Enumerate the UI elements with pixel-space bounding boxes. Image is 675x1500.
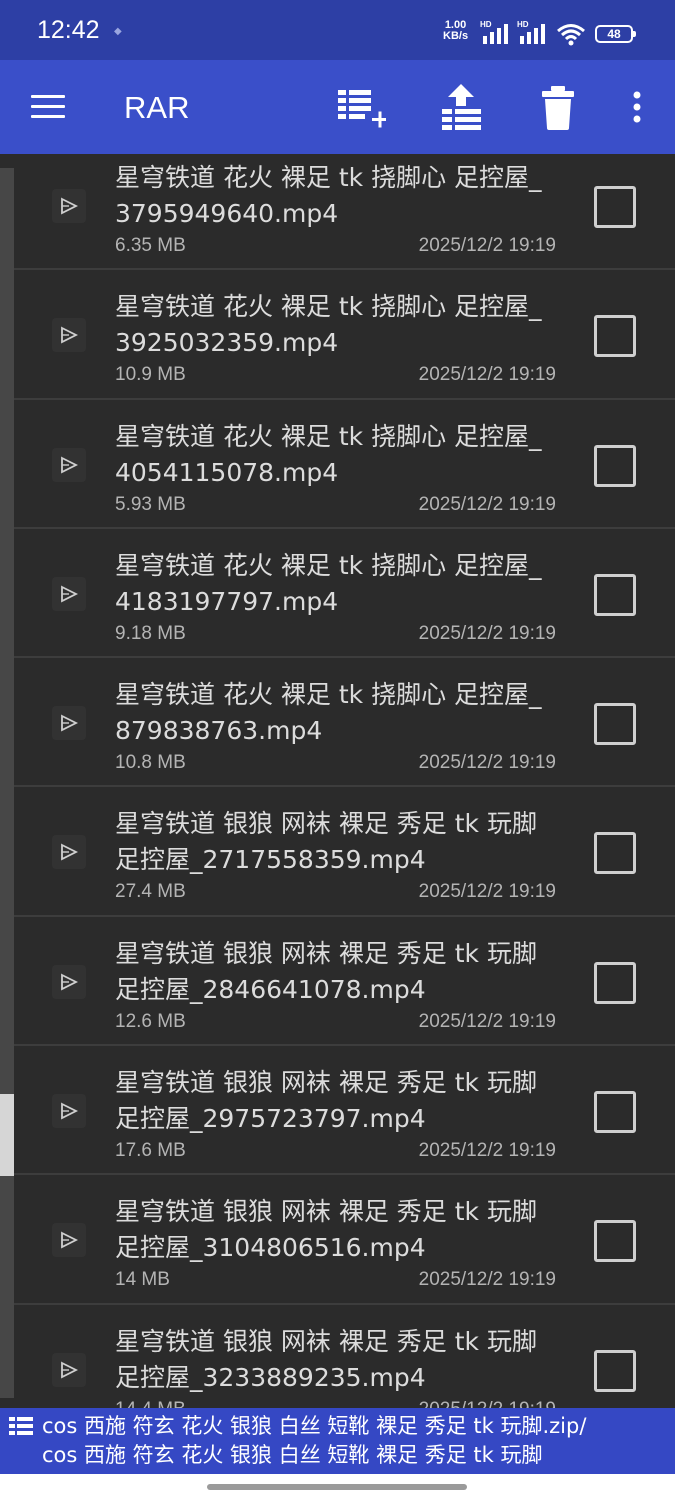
file-size: 10.8 MB [115, 752, 186, 774]
file-list[interactable]: 星穹铁道 花火 裸足 tk 挠脚心 足控屋_3795949640.mp4 6.3… [0, 154, 675, 1408]
file-date: 2025/12/2 19:19 [418, 622, 556, 644]
file-row[interactable]: 星穹铁道 花火 裸足 tk 挠脚心 足控屋_879838763.mp4 10.8… [14, 658, 675, 788]
scrollbar-thumb[interactable] [0, 1094, 14, 1176]
cell-signal-2-icon [520, 24, 545, 44]
file-name: 星穹铁道 银狼 网袜 裸足 秀足 tk 玩脚 足控屋_2846641078.mp… [115, 938, 537, 1004]
file-row[interactable]: 星穹铁道 银狼 网袜 裸足 秀足 tk 玩脚 足控屋_2975723797.mp… [14, 1046, 675, 1176]
file-name: 星穹铁道 银狼 网袜 裸足 秀足 tk 玩脚 足控屋_3104806516.mp… [115, 1197, 537, 1263]
file-date: 2025/12/2 19:19 [418, 1140, 556, 1162]
system-navigation-bar [0, 1474, 675, 1500]
file-row[interactable]: 星穹铁道 银狼 网袜 裸足 秀足 tk 玩脚 足控屋_3233889235.mp… [14, 1304, 675, 1408]
wifi-icon [557, 24, 585, 46]
file-name: 星穹铁道 银狼 网袜 裸足 秀足 tk 玩脚 足控屋_2717558359.mp… [115, 809, 537, 875]
file-size: 27.4 MB [115, 881, 186, 903]
file-row[interactable]: 星穹铁道 银狼 网袜 裸足 秀足 tk 玩脚 足控屋_2717558359.mp… [14, 787, 675, 917]
file-checkbox[interactable] [594, 573, 636, 616]
file-row[interactable]: 星穹铁道 银狼 网袜 裸足 秀足 tk 玩脚 足控屋_2846641078.mp… [14, 916, 675, 1047]
video-file-icon [52, 576, 86, 611]
file-date: 2025/12/2 19:19 [418, 235, 556, 256]
scrollbar-track[interactable] [0, 168, 14, 1398]
video-file-icon [52, 835, 86, 870]
trash-icon[interactable] [533, 82, 583, 132]
video-file-icon [52, 706, 86, 741]
cell-signal-icon [483, 24, 508, 44]
notification-dot-icon: ◆ [114, 26, 122, 37]
file-row[interactable]: 星穹铁道 花火 裸足 tk 挠脚心 足控屋_3795949640.mp4 6.3… [14, 154, 675, 271]
archive-path-line-1: cos 西施 符玄 花火 银狼 白丝 短靴 裸足 秀足 tk 玩脚.zip/ [42, 1414, 587, 1438]
video-file-icon [52, 189, 86, 223]
file-checkbox[interactable] [594, 1220, 636, 1263]
archive-path-bar: cos 西施 符玄 花火 银狼 白丝 短靴 裸足 秀足 tk 玩脚.zip/ c… [0, 1408, 675, 1474]
video-file-icon [52, 1223, 86, 1258]
hamburger-menu-icon[interactable] [31, 95, 65, 119]
extract-icon[interactable] [438, 82, 488, 132]
video-file-icon [52, 1352, 86, 1387]
file-date: 2025/12/2 19:19 [418, 493, 556, 515]
file-checkbox[interactable] [594, 444, 636, 487]
file-size: 14 MB [115, 1269, 170, 1291]
file-name: 星穹铁道 花火 裸足 tk 挠脚心 足控屋_879838763.mp4 [115, 680, 542, 746]
file-name: 星穹铁道 花火 裸足 tk 挠脚心 足控屋_4183197797.mp4 [115, 550, 542, 616]
clock: 12:42 [37, 16, 100, 44]
file-row[interactable]: 星穹铁道 花火 裸足 tk 挠脚心 足控屋_4183197797.mp4 9.1… [14, 528, 675, 659]
file-size: 9.18 MB [115, 622, 186, 644]
archive-list-icon [9, 1417, 33, 1435]
file-size: 6.35 MB [115, 235, 186, 256]
file-date: 2025/12/2 19:19 [418, 881, 556, 903]
app-root: 12:42 ◆ 1.00 KB/s HD HD 48 RAR 星穹铁道 花火 裸… [0, 0, 675, 1500]
battery-icon: 48 [595, 25, 636, 43]
archive-path-line-2: cos 西施 符玄 花火 银狼 白丝 短靴 裸足 秀足 tk 玩脚 [42, 1443, 543, 1467]
video-file-icon [52, 318, 86, 353]
network-speed: 1.00 KB/s [443, 20, 468, 42]
archive-path: cos 西施 符玄 花火 银狼 白丝 短靴 裸足 秀足 tk 玩脚.zip/ c… [42, 1412, 672, 1470]
file-name: 星穹铁道 花火 裸足 tk 挠脚心 足控屋_4054115078.mp4 [115, 421, 542, 487]
file-checkbox[interactable] [594, 832, 636, 875]
more-vertical-icon[interactable] [612, 82, 662, 132]
file-name: 星穹铁道 银狼 网袜 裸足 秀足 tk 玩脚 足控屋_3233889235.mp… [115, 1326, 537, 1392]
video-file-icon [52, 447, 86, 482]
file-date: 2025/12/2 19:19 [419, 1399, 556, 1408]
app-toolbar: RAR [0, 60, 675, 154]
home-indicator[interactable] [207, 1484, 467, 1490]
file-row[interactable]: 星穹铁道 花火 裸足 tk 挠脚心 足控屋_3925032359.mp4 10.… [14, 270, 675, 400]
file-checkbox[interactable] [594, 186, 636, 228]
file-checkbox[interactable] [594, 1091, 636, 1134]
file-date: 2025/12/2 19:19 [418, 752, 556, 774]
app-title: RAR [124, 90, 190, 125]
file-date: 2025/12/2 19:19 [418, 1010, 556, 1032]
file-checkbox[interactable] [594, 1349, 636, 1392]
file-rows: 星穹铁道 花火 裸足 tk 挠脚心 足控屋_3795949640.mp4 6.3… [14, 154, 675, 1408]
file-size: 17.6 MB [115, 1140, 186, 1162]
file-size: 5.93 MB [115, 493, 186, 515]
file-size: 14.4 MB [115, 1399, 186, 1408]
file-name: 星穹铁道 花火 裸足 tk 挠脚心 足控屋_3925032359.mp4 [115, 292, 542, 358]
file-row[interactable]: 星穹铁道 银狼 网袜 裸足 秀足 tk 玩脚 足控屋_3104806516.mp… [14, 1175, 675, 1305]
file-name: 星穹铁道 银狼 网袜 裸足 秀足 tk 玩脚 足控屋_2975723797.mp… [115, 1068, 537, 1134]
file-checkbox[interactable] [594, 703, 636, 746]
status-bar: 12:42 ◆ 1.00 KB/s HD HD 48 [0, 0, 675, 60]
file-date: 2025/12/2 19:19 [418, 1269, 556, 1291]
video-file-icon [52, 964, 86, 999]
file-row[interactable]: 星穹铁道 花火 裸足 tk 挠脚心 足控屋_4054115078.mp4 5.9… [14, 399, 675, 529]
file-size: 12.6 MB [115, 1010, 186, 1032]
add-to-archive-icon[interactable] [336, 82, 386, 132]
file-checkbox[interactable] [594, 961, 636, 1004]
file-name: 星穹铁道 花火 裸足 tk 挠脚心 足控屋_3795949640.mp4 [115, 163, 542, 228]
network-speed-unit: KB/s [443, 30, 469, 42]
file-size: 10.9 MB [115, 364, 186, 386]
file-date: 2025/12/2 19:19 [418, 364, 556, 386]
file-checkbox[interactable] [594, 315, 636, 358]
video-file-icon [52, 1094, 86, 1129]
